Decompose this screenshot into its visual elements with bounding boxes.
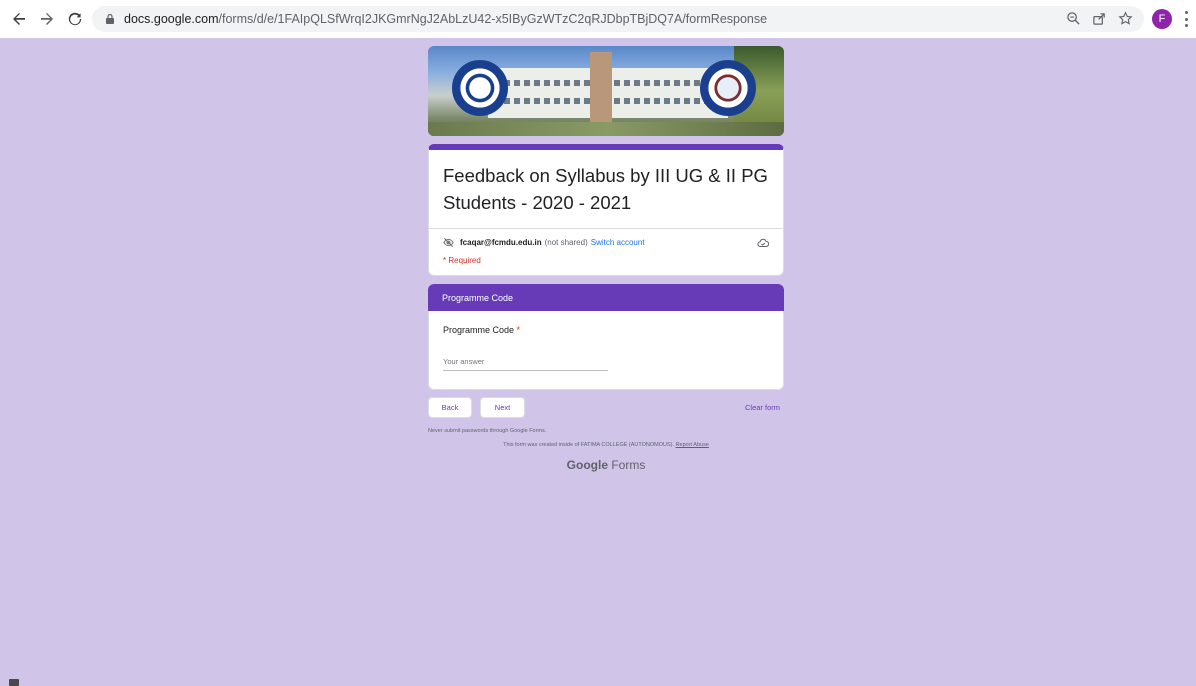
taskbar-icon[interactable] bbox=[9, 679, 19, 686]
address-bar[interactable]: docs.google.com/forms/d/e/1FAIpQLSfWrqI2… bbox=[92, 6, 1144, 32]
url-host: docs.google.com bbox=[124, 12, 219, 26]
password-warning: Never submit passwords through Google Fo… bbox=[428, 428, 547, 434]
required-note: * Required bbox=[443, 256, 481, 265]
menu-dots-icon[interactable] bbox=[1182, 11, 1190, 27]
question-item: Programme Code * Your answer bbox=[428, 311, 784, 390]
header-banner-image bbox=[428, 46, 784, 136]
browser-toolbar: docs.google.com/forms/d/e/1FAIpQLSfWrqI2… bbox=[0, 0, 1196, 38]
required-star: * bbox=[516, 325, 521, 335]
forms-wordmark: Forms bbox=[611, 458, 646, 472]
account-email: fcaqar@fcmdu.edu.in bbox=[460, 238, 542, 247]
college-logo bbox=[452, 60, 508, 116]
form-title-card: Feedback on Syllabus by III UG & II PG S… bbox=[428, 144, 784, 276]
cloud-icon bbox=[757, 237, 769, 249]
google-form: Feedback on Syllabus by III UG & II PG S… bbox=[428, 46, 784, 472]
back-button[interactable]: Back bbox=[428, 397, 472, 418]
address-bar-actions bbox=[1066, 11, 1134, 27]
quality-seal-logo bbox=[700, 60, 756, 116]
report-abuse-link[interactable]: Report Abuse bbox=[676, 442, 709, 448]
account-row: fcaqar@fcmdu.edu.in (not shared) Switch … bbox=[429, 229, 783, 252]
bookmark-star-icon[interactable] bbox=[1118, 11, 1134, 27]
not-shared-label: (not shared) bbox=[544, 238, 588, 247]
programme-code-section: Programme Code Programme Code * Your ans… bbox=[428, 284, 784, 390]
question-label: Programme Code * bbox=[443, 325, 769, 335]
profile-avatar[interactable]: F bbox=[1152, 9, 1172, 29]
next-button[interactable]: Next bbox=[480, 397, 525, 418]
created-by-text: This form was created inside of FATIMA C… bbox=[503, 442, 675, 448]
form-navigation: Back Next Clear form bbox=[428, 397, 784, 419]
question-label-text: Programme Code bbox=[443, 325, 515, 335]
banner-tower bbox=[590, 52, 612, 122]
clear-form-button[interactable]: Clear form bbox=[745, 403, 780, 412]
answer-input[interactable]: Your answer bbox=[443, 357, 608, 371]
created-by-note: This form was created inside of FATIMA C… bbox=[428, 442, 784, 448]
switch-account-link[interactable]: Switch account bbox=[591, 238, 645, 247]
google-forms-logo[interactable]: Google Forms bbox=[428, 458, 784, 472]
back-arrow-icon[interactable] bbox=[8, 8, 30, 30]
share-icon[interactable] bbox=[1092, 11, 1108, 27]
lock-icon[interactable] bbox=[104, 13, 116, 25]
eye-off-icon bbox=[443, 237, 454, 248]
reload-icon[interactable] bbox=[64, 8, 86, 30]
form-title: Feedback on Syllabus by III UG & II PG S… bbox=[443, 165, 768, 213]
zoom-icon[interactable] bbox=[1066, 11, 1082, 27]
url-text[interactable]: docs.google.com/forms/d/e/1FAIpQLSfWrqI2… bbox=[124, 12, 767, 26]
forward-arrow-icon[interactable] bbox=[36, 8, 58, 30]
section-header: Programme Code bbox=[428, 284, 784, 311]
url-path: /forms/d/e/1FAIpQLSfWrqI2JKGmrNgJ2AbLzU4… bbox=[218, 12, 768, 26]
google-wordmark: Google bbox=[566, 458, 608, 472]
banner-lawn bbox=[428, 122, 784, 136]
